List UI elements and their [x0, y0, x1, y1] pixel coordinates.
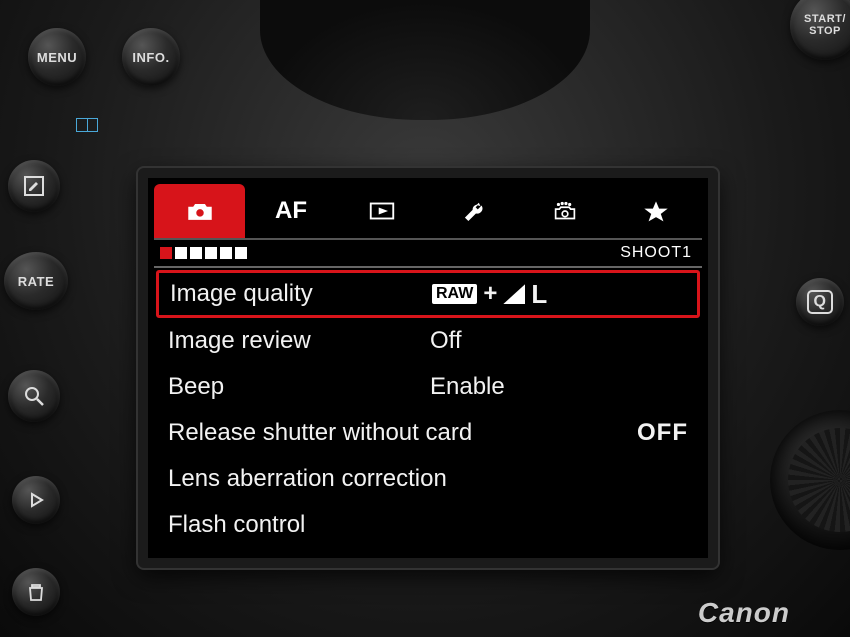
plus-icon: +: [483, 280, 497, 308]
sub-page-dot[interactable]: [220, 247, 232, 259]
magnify-button[interactable]: [8, 370, 60, 422]
menu-tab-row: AF: [154, 184, 702, 240]
tab-mymenu[interactable]: [611, 184, 702, 238]
menu-row-lens-aberration-correction[interactable]: Lens aberration correction: [154, 456, 702, 502]
rate-button[interactable]: RATE: [4, 252, 68, 310]
size-letter: L: [531, 279, 547, 310]
quality-fine-icon: [503, 284, 525, 304]
playback-button[interactable]: [12, 476, 60, 524]
menu-row-label: Beep: [168, 373, 428, 401]
menu-button[interactable]: MENU: [28, 28, 86, 86]
start-stop-label: START/ STOP: [804, 13, 846, 37]
rate-button-label: RATE: [18, 274, 54, 289]
menu-row-label: Lens aberration correction: [168, 465, 447, 493]
tab-playback[interactable]: [337, 184, 428, 238]
pencil-in-box-icon: [22, 174, 46, 198]
menu-row-label: Image review: [168, 327, 428, 355]
magnifier-icon: [22, 384, 46, 408]
tab-shoot[interactable]: [154, 184, 245, 238]
menu-row-beep[interactable]: BeepEnable: [154, 364, 702, 410]
tab-af[interactable]: AF: [245, 184, 336, 238]
sub-page-dot[interactable]: [190, 247, 202, 259]
sub-page-row: SHOOT1: [154, 240, 702, 266]
camera-dots-icon: [550, 198, 580, 224]
menu-row-image-quality[interactable]: Image qualityRAW + L: [156, 270, 700, 318]
menu-row-value: Enable: [430, 373, 505, 401]
info-button[interactable]: INFO.: [122, 28, 180, 86]
tab-af-label: AF: [275, 197, 307, 225]
play-icon: [24, 488, 48, 512]
sub-page-dot[interactable]: [175, 247, 187, 259]
sub-page-dot[interactable]: [205, 247, 217, 259]
lcd-screen: AF SHOOT1 Image qualityRAW + L Image review…: [138, 168, 718, 568]
sub-page-label: SHOOT1: [620, 244, 692, 262]
raw-badge: RAW: [432, 284, 477, 304]
brand-logo: Canon: [698, 597, 790, 629]
delete-button[interactable]: [12, 568, 60, 616]
menu-row-release-shutter-without-card[interactable]: Release shutter without card OFF: [154, 410, 702, 456]
menu-row-flash-control[interactable]: Flash control: [154, 502, 702, 548]
star-icon: [641, 198, 671, 224]
quick-menu-label: Q: [807, 290, 834, 314]
info-button-label: INFO.: [132, 50, 169, 65]
menu-button-label: MENU: [37, 50, 77, 65]
sub-page-dots[interactable]: [160, 247, 247, 259]
tab-setup[interactable]: [428, 184, 519, 238]
tab-custom[interactable]: [519, 184, 610, 238]
trash-icon: [24, 580, 48, 604]
start-stop-button[interactable]: START/ STOP: [790, 0, 850, 60]
menu-row-value: OFF: [637, 419, 688, 447]
menu-row-label: Flash control: [168, 511, 428, 539]
sub-page-dot[interactable]: [160, 247, 172, 259]
wrench-icon: [459, 198, 489, 224]
viewfinder-hump: [260, 0, 590, 120]
rear-control-dial[interactable]: [770, 410, 850, 550]
menu-row-value: RAW + L: [432, 279, 547, 310]
creative-mode-button[interactable]: [8, 160, 60, 212]
quick-menu-button[interactable]: Q: [796, 278, 844, 326]
menu-row-label: Release shutter without card: [168, 419, 472, 447]
camera-icon: [185, 198, 215, 224]
menu-list: Image qualityRAW+LImage reviewOffBeepEna…: [154, 268, 702, 552]
menu-row-label: Image quality: [170, 280, 430, 308]
sub-page-dot[interactable]: [235, 247, 247, 259]
multi-frame-icon: [76, 118, 98, 132]
lcd-content: AF SHOOT1 Image qualityRAW + L Image review…: [154, 184, 702, 552]
menu-row-value: Off: [430, 327, 462, 355]
play-rect-icon: [367, 198, 397, 224]
menu-row-image-review[interactable]: Image reviewOff: [154, 318, 702, 364]
